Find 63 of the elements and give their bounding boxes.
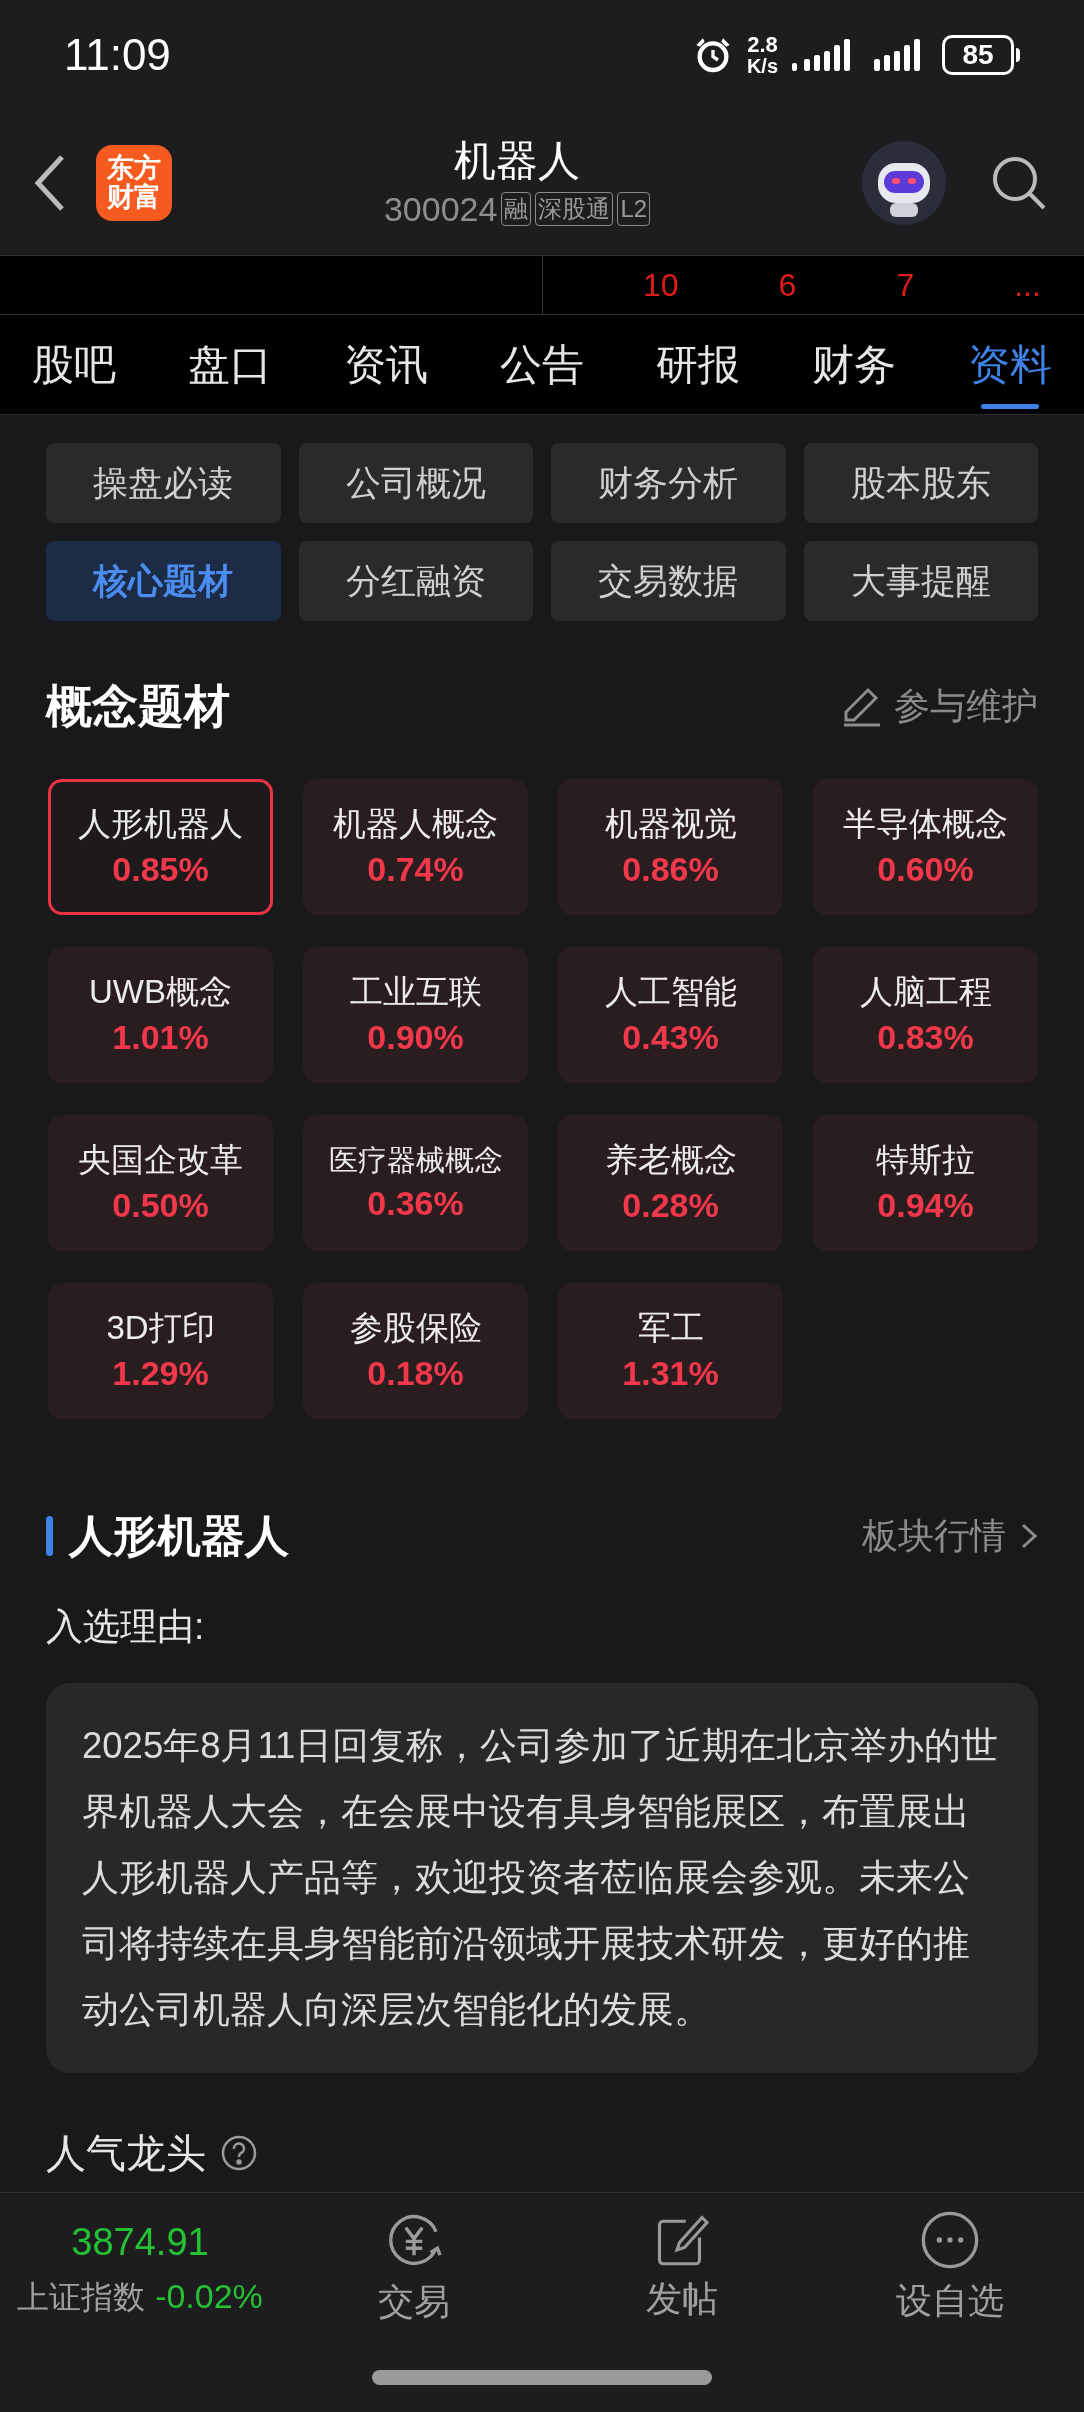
concept-card[interactable]: 央国企改革 0.50% <box>48 1115 273 1251</box>
section-button[interactable]: 财务分析 <box>551 443 786 523</box>
section-button[interactable]: 公司概况 <box>298 443 533 523</box>
section-button[interactable]: 股本股东 <box>803 443 1038 523</box>
section-button[interactable]: 分红融资 <box>298 541 533 621</box>
concept-card[interactable]: 参股保险 0.18% <box>303 1283 528 1419</box>
battery-level: 85 <box>962 41 994 69</box>
index-change: -0.02% <box>155 2276 263 2317</box>
concept-card[interactable]: 3D打印 1.29% <box>48 1283 273 1419</box>
stock-tag: 融 <box>501 191 532 226</box>
index-name: 上证指数 <box>17 2277 146 2317</box>
network-speed: 2.8 <box>747 34 778 56</box>
section-title: 概念题材 <box>46 678 230 734</box>
concept-card[interactable]: UWB概念 1.01% <box>48 947 273 1083</box>
concept-card[interactable]: 工业互联 0.90% <box>303 947 528 1083</box>
stock-tag: L2 <box>617 191 651 226</box>
tab[interactable]: 盘口 <box>188 314 272 415</box>
tab[interactable]: 研报 <box>656 314 740 415</box>
toolbar-button[interactable]: 交易 <box>280 2207 548 2329</box>
ticker-value: 10 <box>643 266 679 305</box>
concept-card[interactable]: 机器人概念 0.74% <box>303 779 528 915</box>
tab[interactable]: 公告 <box>500 314 584 415</box>
logo-text: 财富 <box>107 182 161 211</box>
section-title: 人形机器人 <box>69 1510 289 1562</box>
tab[interactable]: 股吧 <box>32 314 116 415</box>
toolbar-button[interactable]: 设自选 <box>816 2208 1084 2328</box>
section-button[interactable]: 大事提醒 <box>803 541 1038 621</box>
tab[interactable]: 资料 <box>968 314 1052 415</box>
concept-card[interactable]: 半导体概念 0.60% <box>813 779 1038 915</box>
section-button[interactable]: 操盘必读 <box>46 443 281 523</box>
reason-label: 入选理由: <box>46 1605 206 1649</box>
logo-text: 东方 <box>107 154 161 183</box>
network-speed-unit: K/s <box>746 56 778 76</box>
concept-card[interactable]: 机器视觉 0.86% <box>558 779 783 915</box>
concept-card[interactable]: 养老概念 0.28% <box>558 1115 783 1251</box>
stock-name: 机器人 <box>454 136 580 186</box>
maintain-button[interactable]: 参与维护 <box>840 679 1038 733</box>
stock-tag: 深股通 <box>535 191 614 226</box>
tab[interactable]: 财务 <box>812 314 896 415</box>
tab-indicator <box>981 403 1039 409</box>
chevron-right-icon <box>1020 1522 1038 1550</box>
section-title: 人气龙头 <box>46 2129 206 2177</box>
ticker-value: 7 <box>896 266 915 305</box>
index-value: 3874.91 <box>71 2220 209 2265</box>
reason-text: 2025年8月11日回复称，公司参加了近期在北京举办的世界机器人大会，在会展中设有具身智能展区，布置展出人形机器人产品等，欢迎投资者莅临展会参观。未来公司将持续在具身智能前沿领域开展技术研发，更好的推动公司机器人向深层次智能化的发展。 <box>82 1723 1000 2032</box>
ticker-value: ... <box>1014 266 1041 305</box>
concept-card[interactable]: 军工 1.31% <box>558 1283 783 1419</box>
section-button[interactable]: 交易数据 <box>551 541 786 621</box>
concept-card[interactable]: 特斯拉 0.94% <box>813 1115 1038 1251</box>
concept-card[interactable]: 人工智能 0.43% <box>558 947 783 1083</box>
concept-card[interactable]: 人形机器人 0.85% <box>48 779 273 915</box>
concept-card[interactable]: 医疗器械概念 0.36% <box>303 1115 528 1251</box>
ticker-value: 6 <box>778 266 797 305</box>
stock-code: 300024 <box>383 188 498 230</box>
clock-time: 11:09 <box>64 29 171 81</box>
accent-bar <box>46 1516 53 1556</box>
help-icon <box>220 2133 258 2172</box>
tab[interactable]: 资讯 <box>344 314 428 415</box>
concept-card[interactable]: 人脑工程 0.83% <box>813 947 1038 1083</box>
robot-avatar-icon[interactable] <box>862 140 946 225</box>
sector-link[interactable]: 板块行情 <box>862 1509 1038 1563</box>
section-button[interactable]: 核心题材 <box>46 541 281 621</box>
toolbar-button[interactable]: 发帖 <box>548 2210 816 2326</box>
